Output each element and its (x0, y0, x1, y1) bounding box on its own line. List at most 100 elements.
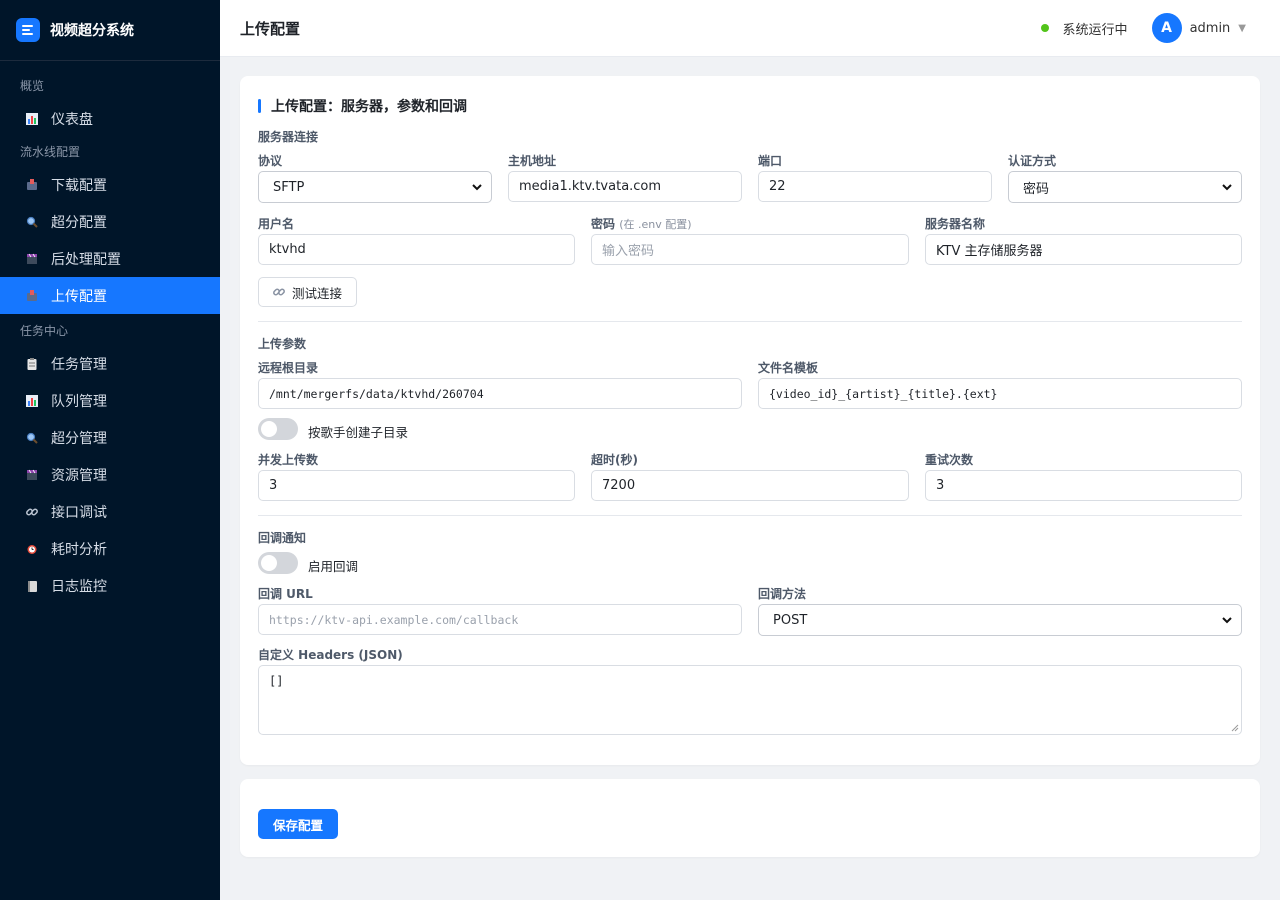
callback-url-label: 回调 URL (258, 587, 313, 601)
concurrency-label: 并发上传数 (258, 453, 319, 467)
retry-input[interactable]: 3 (925, 470, 1242, 501)
avatar[interactable]: A (1151, 13, 1182, 43)
chevron-down-icon (1222, 617, 1232, 624)
sidebar: 视频超分系统 概览 仪表盘 流水线配置 下载配置 超分配置 后处理配置 上传配置… (0, 0, 220, 900)
auth-value: 密码 (1023, 181, 1050, 197)
divider (258, 515, 1242, 516)
app-title: 视频超分系统 (50, 23, 134, 39)
divider (258, 321, 1242, 322)
headers-value: [] (269, 674, 284, 688)
auth-label: 认证方式 (1008, 154, 1057, 168)
clapper-icon (25, 468, 39, 482)
chevron-down-icon (472, 184, 482, 191)
host-input[interactable]: media1.ktv.tvata.com (508, 171, 742, 202)
sidebar-item-label: 接口调试 (51, 504, 107, 521)
password-input[interactable]: 输入密码 (591, 234, 909, 265)
nav-group-pipeline: 流水线配置 (20, 145, 81, 159)
sidebar-item-label: 耗时分析 (51, 541, 107, 558)
section-server: 服务器连接 (258, 130, 319, 144)
sidebar-item-label: 仪表盘 (51, 111, 93, 128)
server-name-input[interactable]: KTV 主存储服务器 (925, 234, 1242, 265)
server-name-label: 服务器名称 (925, 217, 986, 231)
section-upload: 上传参数 (258, 337, 307, 351)
card-title-text: 上传配置：服务器，参数和回调 (271, 99, 467, 115)
auth-select[interactable]: 密码 (1008, 171, 1242, 203)
upload-icon (25, 289, 39, 303)
bar-chart-icon (25, 112, 39, 126)
artist-subdir-toggle[interactable] (258, 418, 298, 440)
callback-method-select[interactable]: POST (758, 604, 1242, 636)
username-input[interactable]: ktvhd (258, 234, 575, 265)
upload-config-card: 上传配置：服务器，参数和回调 服务器连接 协议 SFTP 主机地址 media1… (240, 76, 1260, 765)
callback-method-label: 回调方法 (758, 587, 807, 601)
port-input[interactable]: 22 (758, 171, 992, 202)
sidebar-item-sr-config[interactable]: 超分配置 (0, 203, 220, 240)
test-connection-label: 测试连接 (292, 285, 343, 301)
password-label: 密码 (在 .env 配置) (591, 217, 692, 231)
sidebar-item-upload-config[interactable]: 上传配置 (0, 277, 220, 314)
sidebar-item-api-debug[interactable]: 接口调试 (0, 493, 220, 530)
sidebar-item-label: 后处理配置 (51, 251, 121, 268)
remote-root-label: 远程根目录 (258, 361, 319, 375)
sidebar-item-label: 日志监控 (51, 578, 107, 595)
sidebar-item-label: 资源管理 (51, 467, 107, 484)
sidebar-item-label: 超分管理 (51, 430, 107, 447)
top-header: 上传配置 系统运行中 A admin ▼ (220, 0, 1280, 57)
resize-handle-icon[interactable] (1231, 724, 1239, 732)
card-title: 上传配置：服务器，参数和回调 (258, 96, 467, 116)
sidebar-item-log-monitor[interactable]: 日志监控 (0, 567, 220, 604)
remote-root-input[interactable]: /mnt/mergerfs/data/ktvhd/260704 (258, 378, 742, 409)
magnifier-icon (25, 431, 39, 445)
menu-logo-icon (16, 18, 40, 42)
sidebar-item-label: 任务管理 (51, 356, 107, 373)
sidebar-item-resource-management[interactable]: 资源管理 (0, 456, 220, 493)
sidebar-item-queue-management[interactable]: 队列管理 (0, 382, 220, 419)
callback-url-input[interactable]: https://ktv-api.example.com/callback (258, 604, 742, 635)
caret-down-icon[interactable]: ▼ (1238, 23, 1246, 34)
title-accent-bar (258, 99, 261, 113)
save-config-button[interactable]: 保存配置 (258, 809, 339, 839)
magnifier-icon (25, 215, 39, 229)
notebook-icon (25, 579, 39, 593)
clipboard-icon (25, 357, 39, 371)
sidebar-item-label: 上传配置 (51, 288, 107, 305)
timeout-label: 超时(秒) (591, 453, 638, 467)
concurrency-input[interactable]: 3 (258, 470, 575, 501)
retry-label: 重试次数 (925, 453, 974, 467)
filename-template-input[interactable]: {video_id}_{artist}_{title}.{ext} (758, 378, 1242, 409)
brand[interactable]: 视频超分系统 (0, 0, 220, 61)
sidebar-item-timing-analysis[interactable]: 耗时分析 (0, 530, 220, 567)
username-label: 用户名 (258, 217, 295, 231)
artist-subdir-label: 按歌手创建子目录 (308, 425, 409, 440)
enable-callback-toggle[interactable] (258, 552, 298, 574)
clapper-icon (25, 252, 39, 266)
sidebar-item-label: 下载配置 (51, 177, 107, 194)
nav-group-tasks: 任务中心 (20, 324, 69, 338)
link-icon (25, 505, 39, 519)
user-name[interactable]: admin (1190, 21, 1231, 36)
download-icon (25, 178, 39, 192)
alarm-clock-icon (25, 542, 39, 556)
sidebar-item-download-config[interactable]: 下载配置 (0, 166, 220, 203)
sidebar-item-dashboard[interactable]: 仪表盘 (0, 100, 220, 137)
status-dot-icon (1040, 24, 1049, 32)
bar-chart-icon (25, 394, 39, 408)
sidebar-item-task-management[interactable]: 任务管理 (0, 345, 220, 382)
protocol-select[interactable]: SFTP (258, 171, 492, 203)
system-status: 系统运行中 (1062, 22, 1128, 38)
headers-textarea[interactable]: [] (258, 665, 1242, 735)
test-connection-button[interactable]: 测试连接 (258, 277, 358, 307)
sidebar-item-sr-management[interactable]: 超分管理 (0, 419, 220, 456)
sidebar-item-label: 超分配置 (51, 214, 107, 231)
link-icon (273, 288, 285, 296)
filename-template-label: 文件名模板 (758, 361, 819, 375)
enable-callback-label: 启用回调 (308, 559, 359, 574)
protocol-value: SFTP (273, 179, 305, 195)
port-label: 端口 (758, 154, 783, 168)
sidebar-item-postprocess-config[interactable]: 后处理配置 (0, 240, 220, 277)
timeout-input[interactable]: 7200 (591, 470, 909, 501)
section-callback: 回调通知 (258, 531, 307, 545)
host-label: 主机地址 (508, 154, 557, 168)
sidebar-item-label: 队列管理 (51, 393, 107, 410)
chevron-down-icon (1222, 184, 1232, 191)
